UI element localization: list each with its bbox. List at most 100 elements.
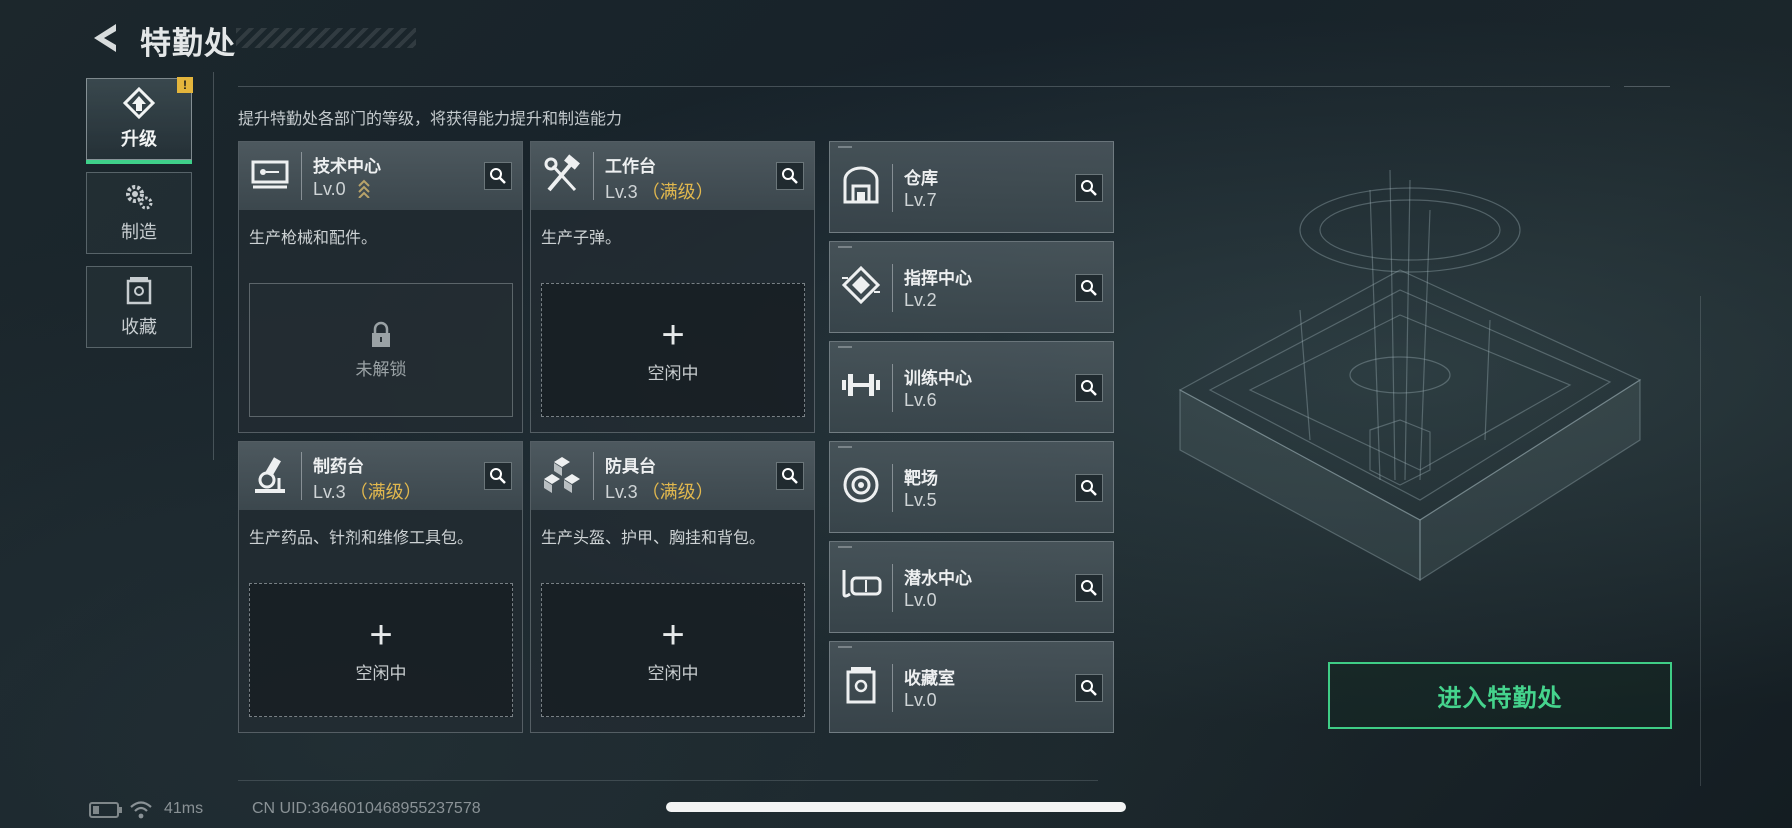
- lock-icon: [372, 321, 390, 347]
- slot-status: 空闲中: [647, 363, 699, 383]
- dumbbell-icon: [842, 374, 880, 396]
- search-icon: [782, 468, 798, 484]
- slot-status: 空闲中: [647, 663, 699, 683]
- workbench-level: Lv.0: [313, 178, 371, 200]
- workbench-card-armor: 防具台 Lv.3 （满级） 生产头盔、护甲、胸挂和背包。 + 空闲中: [530, 441, 815, 733]
- tab-upgrade[interactable]: ! 升级: [86, 77, 193, 164]
- search-button[interactable]: [1075, 274, 1103, 302]
- command-chip-icon: [841, 265, 881, 305]
- tech-center-icon: [251, 160, 289, 189]
- card-header: 防具台 Lv.3 （满级）: [531, 442, 814, 510]
- facility-name: 训练中心: [904, 369, 972, 388]
- facility-level: Lv.7: [904, 190, 937, 210]
- upgrade-icon: [122, 87, 156, 119]
- facility-shooting-range[interactable]: 靶场 Lv.5: [829, 441, 1114, 533]
- warehouse-icon: [843, 166, 879, 204]
- tab-manufacture-label: 制造: [121, 222, 157, 242]
- workbench-card-tech-center: 技术中心 Lv.0 生产枪械和配件。 未解锁: [238, 141, 523, 433]
- facility-level: Lv.0: [904, 590, 937, 610]
- facility-name: 收藏室: [904, 669, 955, 688]
- facility-name: 潜水中心: [904, 569, 972, 588]
- search-button[interactable]: [1075, 174, 1103, 202]
- search-icon: [1081, 280, 1097, 296]
- card-header: 工作台 Lv.3 （满级）: [531, 142, 814, 210]
- wifi-icon: [130, 801, 152, 819]
- divider-vertical: [213, 72, 214, 460]
- workbench-name: 防具台: [605, 457, 656, 476]
- slot-status: 未解锁: [355, 359, 407, 379]
- search-icon: [1081, 680, 1097, 696]
- user-uid: CN UID:364601046895523757​8: [252, 800, 481, 817]
- page-title: 特勤处: [140, 26, 236, 61]
- card-header: 技术中心 Lv.0: [239, 142, 522, 210]
- workbench-level: Lv.3 （满级）: [605, 482, 714, 502]
- production-slot-locked: 未解锁: [249, 283, 513, 417]
- search-button[interactable]: [1075, 474, 1103, 502]
- search-icon: [490, 168, 506, 184]
- search-icon: [1081, 580, 1097, 596]
- workbench-name: 技术中心: [313, 157, 381, 176]
- facility-diving-center[interactable]: 潜水中心 Lv.0: [829, 541, 1114, 633]
- search-icon: [1081, 480, 1097, 496]
- add-icon: +: [661, 612, 685, 657]
- alert-badge: !: [177, 77, 193, 93]
- search-button[interactable]: [1075, 374, 1103, 402]
- add-icon: +: [661, 312, 685, 357]
- tab-collection-label: 收藏: [121, 317, 157, 337]
- collection-room-icon: [846, 667, 876, 704]
- card-header: 制药台 Lv.3 （满级）: [239, 442, 522, 510]
- search-button[interactable]: [484, 462, 512, 490]
- facility-training-center[interactable]: 训练中心 Lv.6: [829, 341, 1114, 433]
- facility-command-center[interactable]: 指挥中心 Lv.2: [829, 241, 1114, 333]
- workbench-level: Lv.3 （满级）: [605, 182, 714, 202]
- facility-collection-room[interactable]: 收藏室 Lv.0: [829, 641, 1114, 733]
- armor-cubes-icon: [544, 457, 580, 493]
- enter-special-ops-button[interactable]: 进入特勤处: [1328, 662, 1672, 729]
- upgrade-chevrons-icon: [357, 179, 370, 199]
- add-icon: +: [369, 612, 393, 657]
- facility-name: 指挥中心: [904, 269, 972, 288]
- workbench-card-pharmacy: 制药台 Lv.3 （满级） 生产药品、针剂和维修工具包。 + 空闲中: [238, 441, 523, 733]
- search-icon: [1081, 180, 1097, 196]
- facility-warehouse[interactable]: 仓库 Lv.7: [829, 141, 1114, 233]
- frame-line-right: [1700, 296, 1701, 786]
- search-button[interactable]: [1075, 574, 1103, 602]
- subtitle: 提升特勤处各部门的等级，将获得能力提升和制造能力: [238, 111, 623, 128]
- divider-top: [238, 86, 1610, 87]
- ping-readout: 41ms: [164, 800, 204, 817]
- gears-icon: [126, 185, 153, 210]
- search-button[interactable]: [776, 162, 804, 190]
- collection-icon: [126, 277, 152, 305]
- workbench-card-workbench: 工作台 Lv.3 （满级） 生产子弹。 + 空闲中: [530, 141, 815, 433]
- search-button[interactable]: [484, 162, 512, 190]
- back-button[interactable]: [86, 18, 124, 58]
- production-slot-idle[interactable]: + 空闲中: [541, 583, 805, 717]
- microscope-icon: [255, 457, 285, 493]
- workbench-description: 生产子弹。: [541, 230, 622, 247]
- divider-top-right: [1624, 86, 1670, 87]
- home-indicator[interactable]: [666, 802, 1126, 812]
- battery-icon: [89, 802, 122, 818]
- production-slot-idle[interactable]: + 空闲中: [541, 283, 805, 417]
- facility-level: Lv.6: [904, 390, 937, 410]
- frame-line-bottom: [238, 780, 1098, 781]
- search-button[interactable]: [776, 462, 804, 490]
- title-decoration: [236, 28, 416, 48]
- target-icon: [843, 467, 879, 503]
- workbench-tools-icon: [544, 154, 580, 192]
- tab-collection[interactable]: 收藏: [86, 266, 192, 348]
- search-icon: [1081, 380, 1097, 396]
- production-slot-idle[interactable]: + 空闲中: [249, 583, 513, 717]
- diving-mask-icon: [842, 570, 882, 598]
- facility-level: Lv.0: [904, 690, 937, 710]
- search-icon: [490, 468, 506, 484]
- base-wireframe-illustration: [1178, 169, 1642, 582]
- search-button[interactable]: [1075, 674, 1103, 702]
- slot-status: 空闲中: [355, 663, 407, 683]
- workbench-description: 生产枪械和配件。: [249, 230, 378, 247]
- workbench-description: 生产头盔、护甲、胸挂和背包。: [541, 530, 766, 547]
- tab-manufacture[interactable]: 制造: [86, 172, 192, 254]
- facility-level: Lv.2: [904, 290, 937, 310]
- back-arrow-icon: [94, 24, 116, 52]
- workbench-description: 生产药品、针剂和维修工具包。: [249, 530, 474, 547]
